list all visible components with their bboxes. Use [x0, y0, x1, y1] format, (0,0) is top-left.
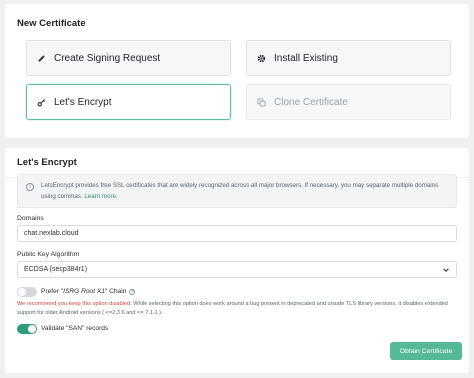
- prefer-chain-label: Prefer " ISRG Root X1 " Chain ?: [41, 288, 136, 295]
- info-box: i LetsEncrypt provides free SSL certific…: [17, 174, 457, 208]
- clone-certificate-option[interactable]: Clone Certificate: [246, 84, 451, 120]
- domains-label: Domains: [17, 215, 44, 222]
- info-icon: i: [26, 183, 34, 191]
- prefer-chain-warning: We recommend you keep this option disabl…: [17, 301, 448, 316]
- validate-san-label: Validate "SAN" records: [41, 325, 109, 332]
- new-certificate-title: New Certificate: [17, 18, 86, 29]
- clone-certificate-label: Clone Certificate: [274, 96, 348, 108]
- lets-encrypt-option[interactable]: Let's Encrypt: [26, 84, 231, 120]
- learn-more-link[interactable]: Learn more.: [84, 193, 117, 200]
- install-existing-label: Install Existing: [274, 52, 338, 64]
- warning-highlight: We recommend you keep this option disabl…: [17, 301, 132, 307]
- pencil-icon: [37, 54, 46, 63]
- algorithm-label: Public Key Algorithm: [17, 251, 80, 258]
- toggle-knob: [18, 288, 26, 296]
- create-signing-request-option[interactable]: Create Signing Request: [26, 40, 231, 76]
- validate-san-toggle[interactable]: [17, 324, 37, 334]
- prefer-chain-toggle[interactable]: [17, 287, 37, 297]
- toggle-knob: [28, 325, 36, 333]
- domains-input[interactable]: chat.nexlab.cloud: [17, 225, 457, 242]
- domains-value: chat.nexlab.cloud: [24, 230, 79, 237]
- help-icon[interactable]: ?: [129, 288, 136, 295]
- lets-encrypt-label: Let's Encrypt: [54, 96, 112, 108]
- chevron-down-icon: [442, 266, 450, 274]
- algorithm-value: ECDSA (secp384r1): [24, 266, 88, 273]
- copy-icon: [257, 97, 266, 107]
- obtain-certificate-button[interactable]: Obtain Certificate: [390, 342, 462, 360]
- lets-encrypt-card: Let's Encrypt i LetsEncrypt provides fre…: [5, 148, 469, 373]
- info-text: LetsEncrypt provides free SSL certificat…: [41, 182, 439, 200]
- new-certificate-card: New Certificate Create Signing Request I…: [5, 4, 469, 138]
- lets-encrypt-title: Let's Encrypt: [17, 157, 77, 168]
- gear-icon: [257, 54, 266, 63]
- create-signing-request-label: Create Signing Request: [54, 52, 161, 64]
- algorithm-select[interactable]: ECDSA (secp384r1): [17, 261, 457, 278]
- install-existing-option[interactable]: Install Existing: [246, 40, 451, 76]
- key-icon: [37, 98, 46, 107]
